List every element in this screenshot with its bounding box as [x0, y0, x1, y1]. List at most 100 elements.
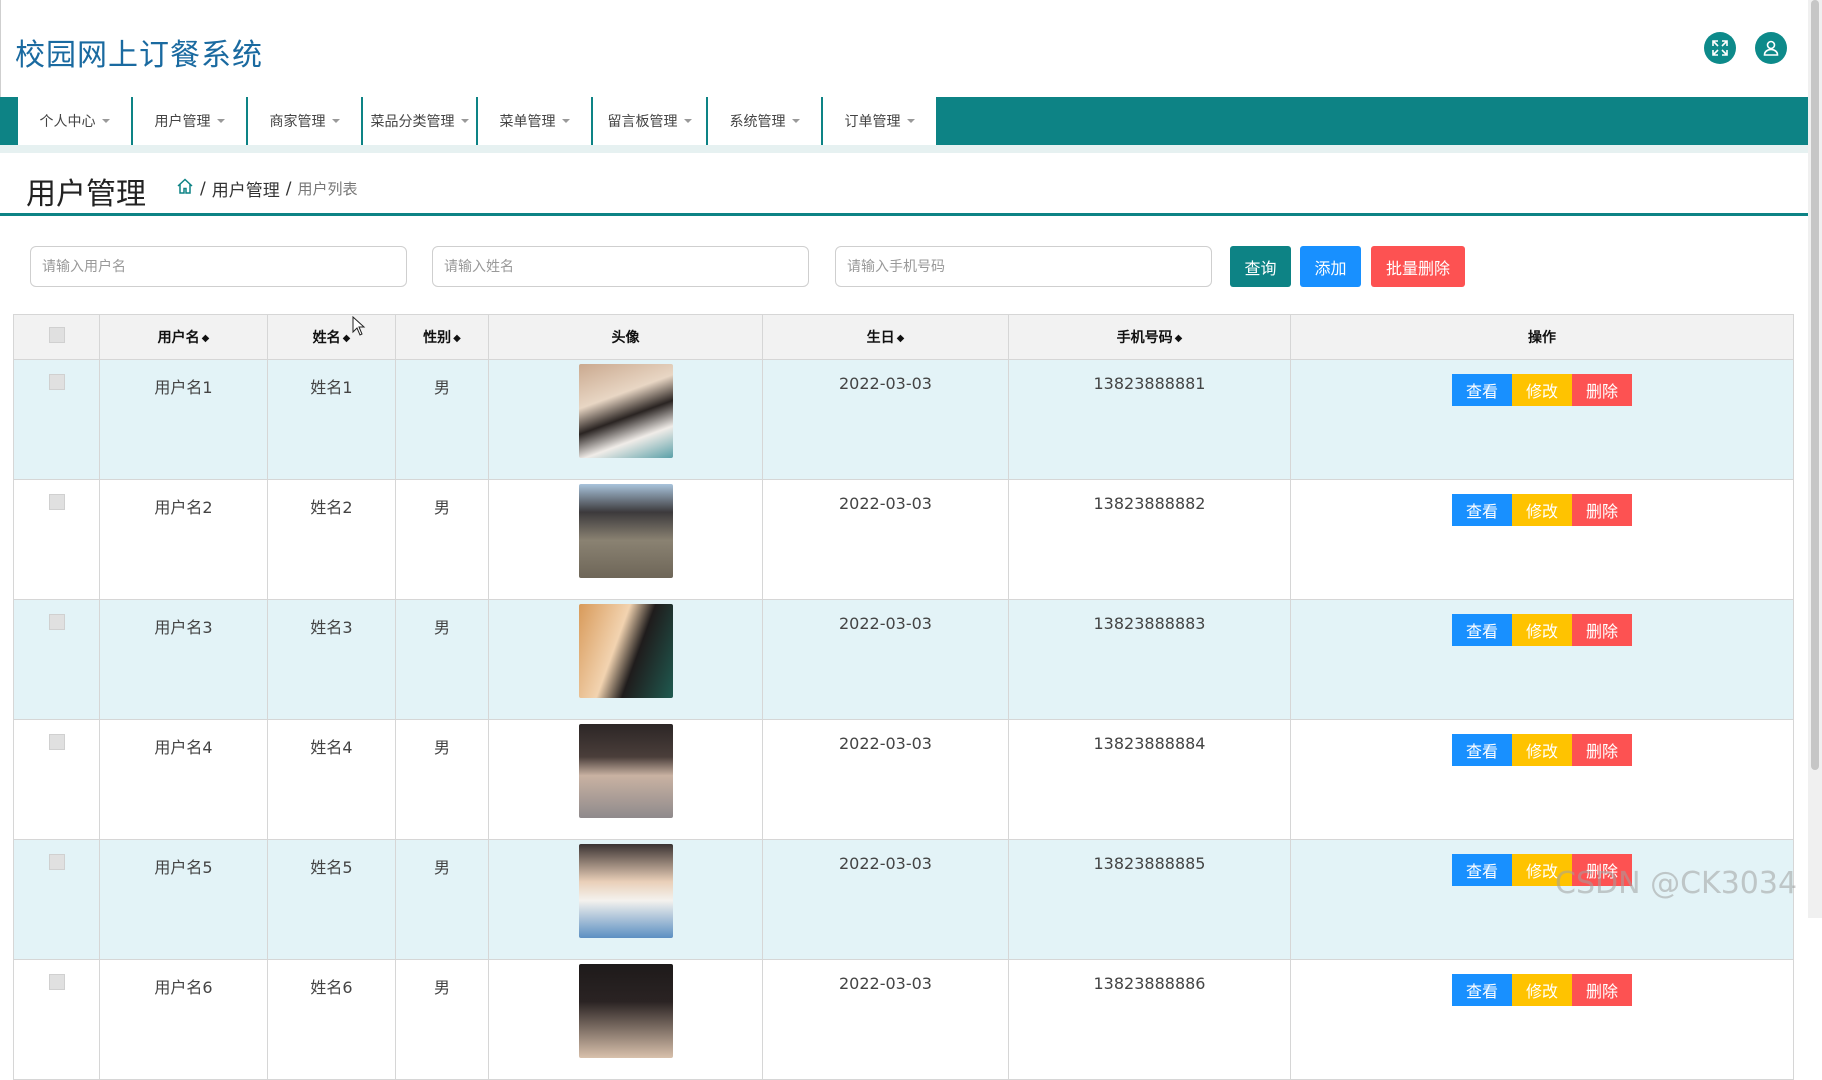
delete-button[interactable]: 删除: [1572, 734, 1632, 766]
chevron-down-icon: [101, 119, 110, 123]
main-navbar: 个人中心 用户管理 商家管理 菜品分类管理 菜单管理 留言板管理 系统管理 订单…: [0, 97, 1808, 145]
phone-cell: 13823888886: [1008, 959, 1291, 1080]
row-checkbox[interactable]: [48, 614, 65, 630]
sort-icon[interactable]: ◆: [897, 333, 905, 344]
nav-item-message-board-management[interactable]: 留言板管理: [593, 97, 707, 145]
table-row: 用户名6 姓名6 男 2022-03-03 13823888886 查看 修改 …: [13, 959, 1794, 1080]
phone-search-input[interactable]: [835, 246, 1212, 287]
nav-item-system-management[interactable]: 系统管理: [708, 97, 822, 145]
query-button[interactable]: 查询: [1230, 246, 1291, 287]
delete-button[interactable]: 删除: [1572, 494, 1632, 526]
actions-cell: 查看 修改 删除: [1290, 599, 1794, 720]
chevron-down-icon: [216, 119, 225, 123]
edit-button[interactable]: 修改: [1512, 374, 1572, 406]
username-cell: 用户名3: [99, 599, 268, 720]
sort-icon[interactable]: ◆: [453, 333, 461, 344]
edit-button[interactable]: 修改: [1512, 614, 1572, 646]
row-checkbox[interactable]: [48, 974, 65, 990]
chevron-down-icon: [460, 119, 469, 123]
row-select-cell: [13, 359, 100, 480]
select-all-checkbox[interactable]: [48, 327, 65, 343]
table-row: 用户名2 姓名2 男 2022-03-03 13823888882 查看 修改 …: [13, 479, 1794, 600]
nav-item-menu-management[interactable]: 菜单管理: [478, 97, 592, 145]
gender-cell: 男: [395, 959, 489, 1080]
delete-button[interactable]: 删除: [1572, 614, 1632, 646]
nav-item-label: 订单管理: [844, 114, 901, 130]
breadcrumb-user-management[interactable]: 用户管理: [212, 176, 280, 201]
chevron-down-icon: [791, 119, 800, 123]
row-select-cell: [13, 719, 100, 840]
column-header-label: 生日: [866, 330, 895, 346]
view-button[interactable]: 查看: [1452, 974, 1512, 1006]
avatar-cell: [488, 359, 763, 480]
birthday-cell: 2022-03-03: [762, 479, 1009, 600]
view-button[interactable]: 查看: [1452, 374, 1512, 406]
home-icon[interactable]: [176, 177, 194, 200]
birthday-cell: 2022-03-03: [762, 599, 1009, 720]
row-checkbox[interactable]: [48, 854, 65, 870]
view-button[interactable]: 查看: [1452, 614, 1512, 646]
nav-item-label: 个人中心: [39, 114, 96, 130]
column-header-label: 姓名: [312, 330, 341, 346]
edit-button[interactable]: 修改: [1512, 494, 1572, 526]
nav-item-label: 用户管理: [154, 114, 211, 130]
user-table: 用户名 ◆ 姓名 ◆ 性别 ◆ 头像 生日 ◆ 手机号码 ◆ 操作 用户名1 姓名1 男 …: [13, 314, 1794, 1080]
gender-cell: 男: [395, 599, 489, 720]
top-bar: 校园网上订餐系统: [0, 0, 1809, 97]
table-row: 用户名3 姓名3 男 2022-03-03 13823888883 查看 修改 …: [13, 599, 1794, 720]
edit-button[interactable]: 修改: [1512, 734, 1572, 766]
nav-item-label: 商家管理: [269, 114, 326, 130]
column-header-gender[interactable]: 性别 ◆: [395, 314, 489, 360]
avatar-image: [578, 844, 673, 938]
breadcrumb-current: 用户列表: [297, 180, 358, 198]
breadcrumb: / 用户管理 / 用户列表: [176, 176, 357, 201]
avatar-image: [578, 484, 673, 578]
column-header-username[interactable]: 用户名 ◆: [99, 314, 268, 360]
nav-item-personal-center[interactable]: 个人中心: [18, 97, 132, 145]
page-header: 用户管理 / 用户管理 / 用户列表: [0, 153, 1808, 216]
select-all-header: [13, 314, 100, 360]
birthday-cell: 2022-03-03: [762, 959, 1009, 1080]
row-select-cell: [13, 479, 100, 600]
actions-cell: 查看 修改 删除: [1290, 359, 1794, 480]
fullscreen-button[interactable]: [1704, 32, 1736, 64]
column-header-name[interactable]: 姓名 ◆: [267, 314, 396, 360]
view-button[interactable]: 查看: [1452, 734, 1512, 766]
name-search-input[interactable]: [432, 246, 809, 287]
username-cell: 用户名6: [99, 959, 268, 1080]
row-select-cell: [13, 959, 100, 1080]
username-search-input[interactable]: [30, 246, 407, 287]
phone-cell: 13823888881: [1008, 359, 1291, 480]
row-checkbox[interactable]: [48, 494, 65, 510]
gender-cell: 男: [395, 839, 489, 960]
nav-item-merchant-management[interactable]: 商家管理: [248, 97, 362, 145]
user-profile-button[interactable]: [1755, 32, 1787, 64]
row-checkbox[interactable]: [48, 734, 65, 750]
delete-button[interactable]: 删除: [1572, 374, 1632, 406]
username-cell: 用户名2: [99, 479, 268, 600]
nav-item-user-management[interactable]: 用户管理: [133, 97, 247, 145]
nav-item-dish-category-management[interactable]: 菜品分类管理: [363, 97, 477, 145]
row-checkbox[interactable]: [48, 374, 65, 390]
username-cell: 用户名4: [99, 719, 268, 840]
avatar-image: [578, 724, 673, 818]
nav-item-order-management[interactable]: 订单管理: [823, 97, 937, 145]
watermark: CSDN @CK3034: [1555, 866, 1798, 901]
view-button[interactable]: 查看: [1452, 494, 1512, 526]
sort-icon[interactable]: ◆: [202, 333, 210, 344]
batch-delete-button[interactable]: 批量删除: [1371, 246, 1465, 287]
add-button[interactable]: 添加: [1300, 246, 1361, 287]
birthday-cell: 2022-03-03: [762, 719, 1009, 840]
table-row: 用户名4 姓名4 男 2022-03-03 13823888884 查看 修改 …: [13, 719, 1794, 840]
column-header-birthday[interactable]: 生日 ◆: [762, 314, 1009, 360]
sort-icon[interactable]: ◆: [1175, 333, 1183, 344]
delete-button[interactable]: 删除: [1572, 974, 1632, 1006]
column-header-phone[interactable]: 手机号码 ◆: [1008, 314, 1291, 360]
phone-cell: 13823888882: [1008, 479, 1291, 600]
name-cell: 姓名4: [267, 719, 396, 840]
scrollbar-thumb[interactable]: [1811, 0, 1819, 770]
sort-icon[interactable]: ◆: [343, 333, 351, 344]
phone-cell: 13823888883: [1008, 599, 1291, 720]
edit-button[interactable]: 修改: [1512, 974, 1572, 1006]
view-button[interactable]: 查看: [1452, 854, 1512, 886]
